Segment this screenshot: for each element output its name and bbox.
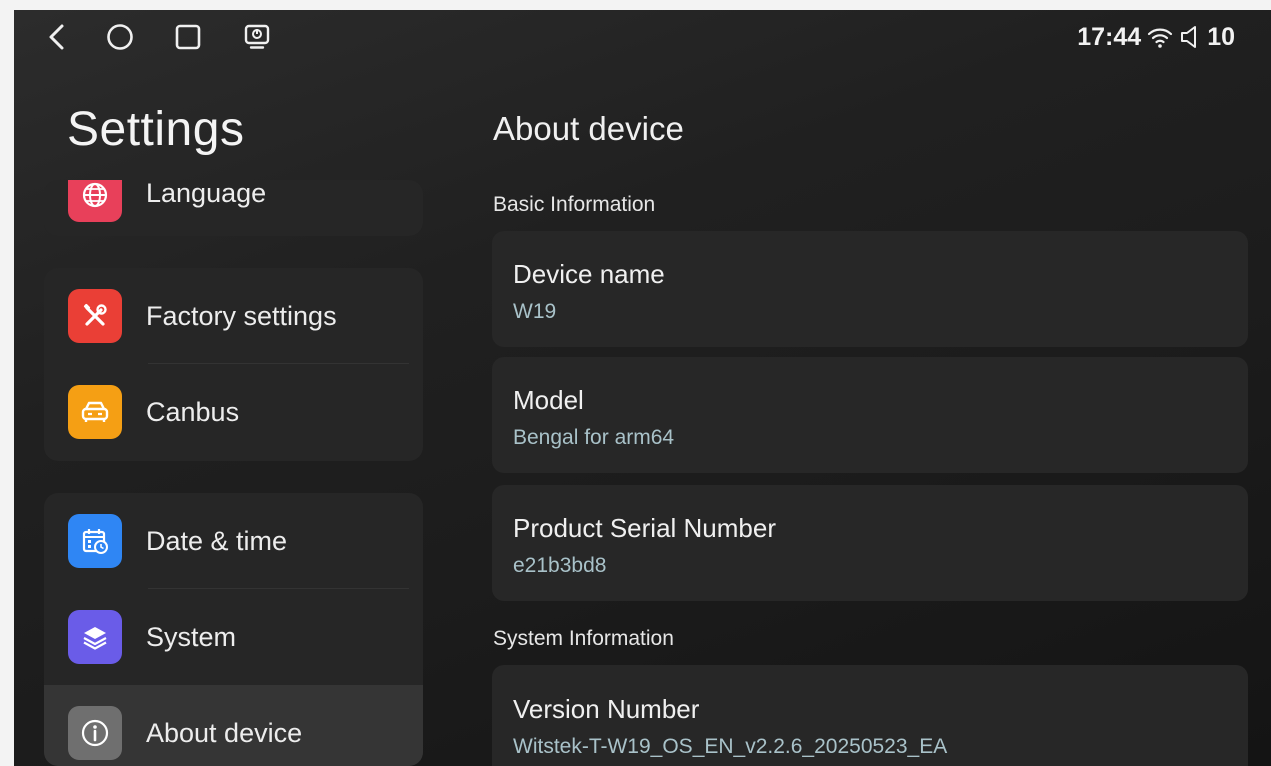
sidebar-item-factory-settings[interactable]: Factory settings [44,268,423,364]
info-icon [68,706,122,760]
sidebar-item-about-device[interactable]: About device [44,685,423,766]
info-label: Device name [513,259,665,289]
volume-icon [1179,24,1201,50]
page-title: About device [493,110,684,147]
calendar-clock-icon [68,514,122,568]
section-header-basic: Basic Information [493,193,656,216]
sidebar-item-label: Language [146,180,267,208]
sidebar-item-canbus[interactable]: Canbus [44,364,423,460]
volume-level: 10 [1207,22,1235,51]
sidebar-item-label: Date & time [146,525,288,556]
wifi-icon [1147,25,1173,49]
car-icon [68,385,122,439]
info-card-device-name[interactable]: Device name W19 [492,231,1248,347]
back-icon[interactable] [42,22,72,52]
info-card-model[interactable]: Model Bengal for arm64 [492,357,1248,473]
info-value: e21b3bd8 [513,554,607,577]
settings-title: Settings [67,103,245,156]
sidebar-item-label: Factory settings [146,300,337,331]
sidebar-item-label: System [146,621,237,652]
section-header-system: System Information [493,627,674,650]
info-value: Witstek-T-W19_OS_EN_v2.2.6_20250523_EA [513,735,948,758]
screen-cast-icon[interactable] [242,22,272,52]
sidebar-item-language[interactable]: Language [44,180,423,236]
sidebar-item-system[interactable]: System [44,589,423,685]
info-label: Model [513,385,584,415]
sidebar-group-2: Factory settings Canbus [44,268,423,461]
screen: 17:44 10 Settings Language Factory setti… [14,10,1271,766]
sidebar-group-1: Language [44,180,423,236]
info-label: Version Number [513,694,700,724]
sidebar-item-label: About device [146,717,303,748]
globe-icon [68,180,122,222]
sidebar-item-date-time[interactable]: Date & time [44,493,423,589]
tools-icon [68,289,122,343]
home-icon[interactable] [105,22,135,52]
sidebar-group-3: Date & time System About device [44,493,423,766]
status-indicators: 17:44 10 [1077,22,1235,52]
clock: 17:44 [1077,22,1142,51]
layers-icon [68,610,122,664]
info-card-serial-number[interactable]: Product Serial Number e21b3bd8 [492,485,1248,601]
info-value: W19 [513,300,557,323]
status-bar: 17:44 10 [14,10,1271,64]
sidebar-item-label: Canbus [146,396,240,427]
info-card-version-number[interactable]: Version Number Witstek-T-W19_OS_EN_v2.2.… [492,665,1248,766]
info-label: Product Serial Number [513,513,776,543]
info-value: Bengal for arm64 [513,426,675,449]
recents-icon[interactable] [173,22,203,52]
